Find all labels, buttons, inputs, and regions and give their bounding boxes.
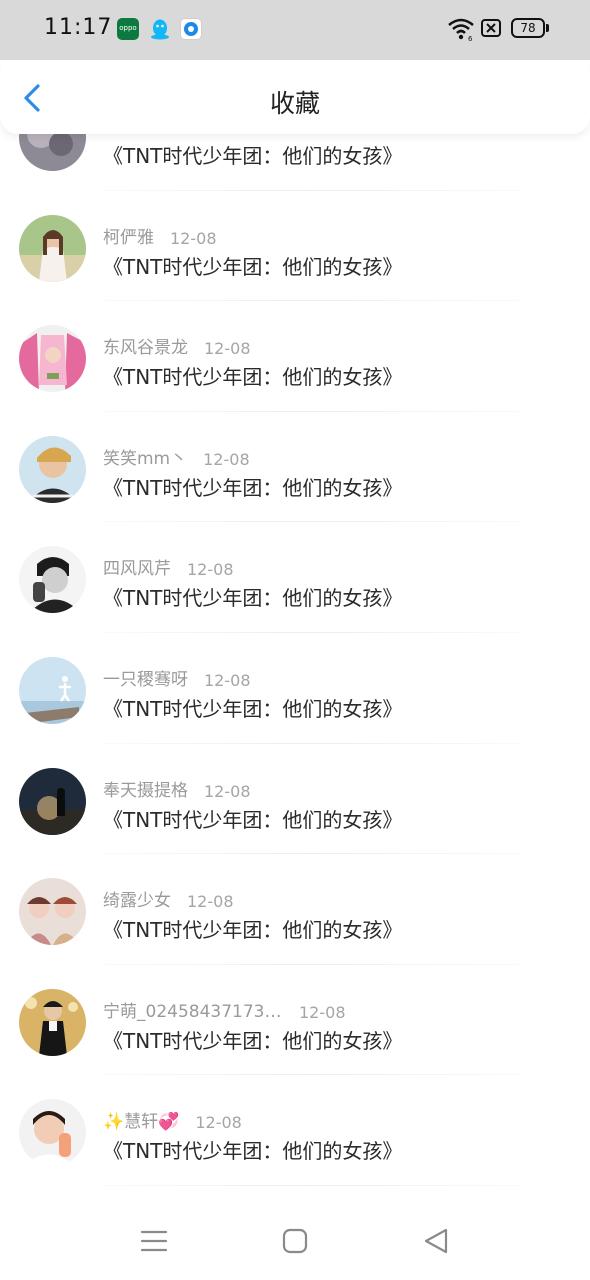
meta-line: 一只稷骞呀 12-08 [103, 665, 251, 690]
browser-app-icon [180, 18, 202, 40]
author-name: 柯俨雅 [103, 227, 154, 248]
meta-line: 柯俨雅 12-08 [103, 223, 217, 248]
home-icon [282, 1228, 308, 1254]
favorites-screen: 11:17 oppo 6 78 收藏 《TNT时代少年团：他们的女孩》 柯俨雅 … [0, 0, 590, 1280]
post-date: 12-08 [299, 1002, 346, 1022]
list-item[interactable]: ✨慧轩💞 12-08 《TNT时代少年团：他们的女孩》 [0, 1075, 590, 1186]
story-title: 《TNT时代少年团：他们的女孩》 [103, 586, 403, 611]
author-name: 绮露少女 [103, 891, 171, 912]
avatar [19, 1099, 86, 1167]
story-title: 《TNT时代少年团：他们的女孩》 [103, 144, 403, 168]
story-title: 《TNT时代少年团：他们的女孩》 [103, 1028, 403, 1053]
story-title: 《TNT时代少年团：他们的女孩》 [103, 1139, 403, 1164]
back-nav-button[interactable] [420, 1224, 454, 1258]
story-title: 《TNT时代少年团：他们的女孩》 [103, 475, 403, 500]
menu-button[interactable] [137, 1224, 171, 1258]
page-title: 收藏 [269, 89, 320, 118]
svg-text:6: 6 [468, 35, 473, 41]
list-item[interactable]: 奉天摄提格 12-08 《TNT时代少年团：他们的女孩》 [0, 744, 590, 855]
system-nav-bar [0, 1200, 590, 1280]
list-item[interactable]: 宁萌_024584371732... 12-08 《TNT时代少年团：他们的女孩》 [0, 965, 590, 1076]
post-date: 12-08 [203, 449, 250, 469]
author-name: 一只稷骞呀 [103, 669, 188, 690]
meta-line: 绮露少女 12-08 [103, 886, 234, 911]
post-date: 12-08 [204, 339, 251, 359]
story-title: 《TNT时代少年团：他们的女孩》 [103, 696, 403, 721]
avatar [19, 988, 86, 1056]
avatar [19, 325, 86, 393]
author-name: 东风谷景龙 [103, 338, 188, 359]
story-title: 《TNT时代少年团：他们的女孩》 [103, 365, 403, 390]
battery-tip [546, 24, 549, 32]
wifi-icon: 6 [448, 18, 474, 41]
list-item[interactable]: 笑笑mm丶 12-08 《TNT时代少年团：他们的女孩》 [0, 412, 590, 523]
list-item[interactable]: 一只稷骞呀 12-08 《TNT时代少年团：他们的女孩》 [0, 633, 590, 744]
meta-line: 四风风芹 12-08 [103, 554, 234, 579]
avatar [19, 546, 86, 614]
qq-penguin-icon [149, 18, 171, 40]
favorites-list: 《TNT时代少年团：他们的女孩》 柯俨雅 12-08 《TNT时代少年团：他们的女… [0, 80, 590, 1186]
list-item[interactable]: 东风谷景龙 12-08 《TNT时代少年团：他们的女孩》 [0, 301, 590, 412]
author-name: 笑笑mm丶 [103, 448, 188, 469]
story-title: 《TNT时代少年团：他们的女孩》 [103, 254, 403, 279]
author-name: 四风风芹 [103, 559, 171, 580]
page-header: 收藏 [0, 60, 590, 134]
avatar [19, 767, 86, 835]
post-date: 12-08 [204, 781, 251, 801]
list-item[interactable]: 四风风芹 12-08 《TNT时代少年团：他们的女孩》 [0, 522, 590, 633]
meta-line: ✨慧轩💞 12-08 [103, 1107, 242, 1132]
meta-line: 笑笑mm丶 12-08 [103, 444, 250, 469]
post-date: 12-08 [187, 892, 234, 912]
post-date: 12-08 [170, 228, 217, 248]
list-item[interactable]: 绮露少女 12-08 《TNT时代少年团：他们的女孩》 [0, 854, 590, 965]
avatar [19, 878, 86, 946]
divider [103, 1184, 520, 1186]
oppo-icon-label: oppo [119, 24, 137, 32]
author-name: ✨慧轩💞 [103, 1112, 180, 1133]
meta-line: 奉天摄提格 12-08 [103, 776, 251, 801]
status-time: 11:17 [44, 15, 113, 40]
story-title: 《TNT时代少年团：他们的女孩》 [103, 807, 403, 832]
post-date: 12-08 [195, 1113, 242, 1133]
no-sim-icon [481, 19, 501, 37]
meta-line: 宁萌_024584371732... 12-08 [103, 997, 346, 1022]
post-date: 12-08 [187, 560, 234, 580]
avatar [19, 435, 86, 503]
story-title: 《TNT时代少年团：他们的女孩》 [103, 918, 403, 943]
list-item[interactable]: 柯俨雅 12-08 《TNT时代少年团：他们的女孩》 [0, 191, 590, 302]
back-triangle-icon [424, 1228, 448, 1254]
oppo-app-icon: oppo [117, 18, 139, 40]
status-bar: 11:17 oppo 6 78 [0, 0, 590, 60]
meta-line: 东风谷景龙 12-08 [103, 333, 251, 358]
author-name: 宁萌_024584371732... [103, 1001, 283, 1022]
post-date: 12-08 [204, 670, 251, 690]
home-button[interactable] [278, 1224, 312, 1258]
avatar [19, 656, 86, 724]
author-name: 奉天摄提格 [103, 780, 188, 801]
menu-icon [140, 1230, 168, 1252]
avatar [19, 214, 86, 282]
battery-icon: 78 [511, 18, 545, 38]
